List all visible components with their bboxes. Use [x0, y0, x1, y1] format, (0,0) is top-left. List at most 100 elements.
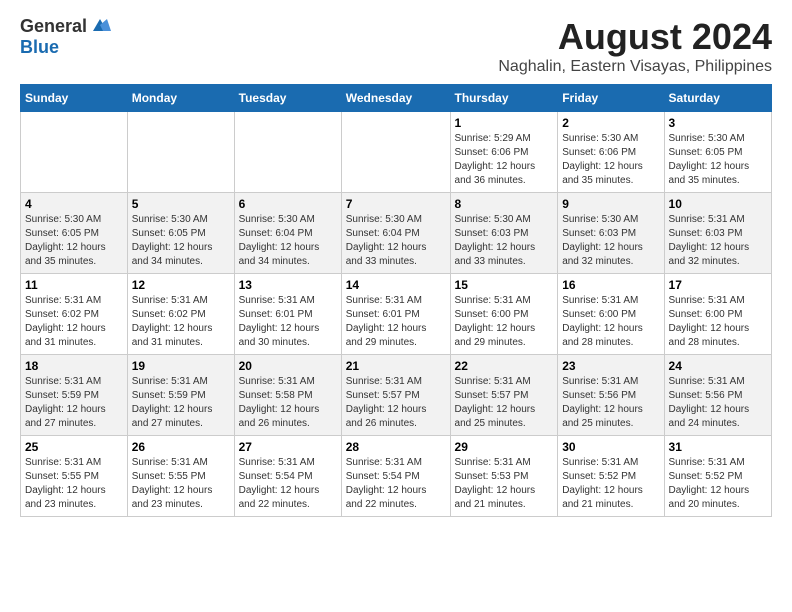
logo-general-text: General	[20, 16, 87, 37]
calendar-cell: 30Sunrise: 5:31 AM Sunset: 5:52 PM Dayli…	[558, 436, 664, 517]
calendar-cell: 14 Sunrise: 5:31 AM Sunset: 6:01 PM Dayli…	[341, 274, 450, 355]
day-number: 23	[562, 359, 659, 373]
day-info: Sunrise: 5:31 AM Sunset: 6:01 PM Dayligh…	[346, 294, 446, 350]
day-info: Sunrise: 5:31 AM Sunset: 5:57 PM Dayligh…	[455, 375, 554, 431]
calendar-cell: 6Sunrise: 5:30 AM Sunset: 6:04 PM Daylig…	[234, 193, 341, 274]
day-info: Sunrise: 5:31 AM Sunset: 5:53 PM Dayligh…	[455, 456, 554, 512]
calendar-cell: 25 Sunrise: 5:31 AM Sunset: 5:55 PM Dayli…	[21, 436, 128, 517]
day-info: Sunrise: 5:31 AM Sunset: 6:01 PM Dayligh…	[239, 294, 337, 350]
day-info: Sunrise: 5:31 AM Sunset: 5:56 PM Dayligh…	[669, 375, 767, 431]
logo-icon	[89, 17, 111, 35]
day-number: 10	[669, 197, 767, 211]
day-number: 26	[132, 440, 230, 454]
header-cell-thursday: Thursday	[450, 85, 558, 112]
header-cell-wednesday: Wednesday	[341, 85, 450, 112]
day-number: 8	[455, 197, 554, 211]
day-number: 29	[455, 440, 554, 454]
day-info: Sunrise: 5:30 AM Sunset: 6:03 PM Dayligh…	[455, 213, 554, 269]
day-info: Sunrise: 5:30 AM Sunset: 6:03 PM Dayligh…	[562, 213, 659, 269]
header-cell-saturday: Saturday	[664, 85, 771, 112]
calendar-cell	[234, 112, 341, 193]
calendar-cell: 29 Sunrise: 5:31 AM Sunset: 5:53 PM Dayli…	[450, 436, 558, 517]
day-info: Sunrise: 5:30 AM Sunset: 6:05 PM Dayligh…	[132, 213, 230, 269]
day-info: Sunrise: 5:31 AM Sunset: 5:52 PM Dayligh…	[562, 456, 659, 512]
calendar-cell: 3 Sunrise: 5:30 AM Sunset: 6:05 PM Daylig…	[664, 112, 771, 193]
title-area: August 2024 Naghalin, Eastern Visayas, P…	[498, 16, 772, 76]
logo: General Blue	[20, 16, 111, 58]
calendar-cell: 12 Sunrise: 5:31 AM Sunset: 6:02 PM Dayli…	[127, 274, 234, 355]
calendar-cell: 13 Sunrise: 5:31 AM Sunset: 6:01 PM Dayli…	[234, 274, 341, 355]
day-info: Sunrise: 5:31 AM Sunset: 5:59 PM Dayligh…	[132, 375, 230, 431]
calendar-cell	[127, 112, 234, 193]
calendar-cell: 16Sunrise: 5:31 AM Sunset: 6:00 PM Dayli…	[558, 274, 664, 355]
day-info: Sunrise: 5:30 AM Sunset: 6:04 PM Dayligh…	[346, 213, 446, 269]
day-info: Sunrise: 5:31 AM Sunset: 6:02 PM Dayligh…	[132, 294, 230, 350]
calendar-cell: 5 Sunrise: 5:30 AM Sunset: 6:05 PM Daylig…	[127, 193, 234, 274]
day-number: 2	[562, 116, 659, 130]
calendar-cell: 15 Sunrise: 5:31 AM Sunset: 6:00 PM Dayli…	[450, 274, 558, 355]
day-number: 1	[455, 116, 554, 130]
day-number: 14	[346, 278, 446, 292]
calendar-table: SundayMondayTuesdayWednesdayThursdayFrid…	[20, 84, 772, 517]
calendar-cell: 27 Sunrise: 5:31 AM Sunset: 5:54 PM Dayli…	[234, 436, 341, 517]
calendar-cell: 9 Sunrise: 5:30 AM Sunset: 6:03 PM Daylig…	[558, 193, 664, 274]
calendar-cell: 21 Sunrise: 5:31 AM Sunset: 5:57 PM Dayli…	[341, 355, 450, 436]
calendar-cell: 22Sunrise: 5:31 AM Sunset: 5:57 PM Dayli…	[450, 355, 558, 436]
calendar-cell: 17 Sunrise: 5:31 AM Sunset: 6:00 PM Dayli…	[664, 274, 771, 355]
week-row-3: 11 Sunrise: 5:31 AM Sunset: 6:02 PM Dayli…	[21, 274, 772, 355]
calendar-header-row: SundayMondayTuesdayWednesdayThursdayFrid…	[21, 85, 772, 112]
day-number: 21	[346, 359, 446, 373]
header-cell-tuesday: Tuesday	[234, 85, 341, 112]
day-number: 25	[25, 440, 123, 454]
calendar-cell: 8 Sunrise: 5:30 AM Sunset: 6:03 PM Daylig…	[450, 193, 558, 274]
calendar-cell: 26 Sunrise: 5:31 AM Sunset: 5:55 PM Dayli…	[127, 436, 234, 517]
day-number: 27	[239, 440, 337, 454]
calendar-cell	[341, 112, 450, 193]
day-info: Sunrise: 5:30 AM Sunset: 6:05 PM Dayligh…	[669, 132, 767, 188]
week-row-5: 25 Sunrise: 5:31 AM Sunset: 5:55 PM Dayli…	[21, 436, 772, 517]
day-number: 31	[669, 440, 767, 454]
header: General Blue August 2024 Naghalin, Easte…	[20, 16, 772, 76]
week-row-2: 4Sunrise: 5:30 AM Sunset: 6:05 PM Daylig…	[21, 193, 772, 274]
day-info: Sunrise: 5:29 AM Sunset: 6:06 PM Dayligh…	[455, 132, 554, 188]
calendar-cell: 31Sunrise: 5:31 AM Sunset: 5:52 PM Dayli…	[664, 436, 771, 517]
day-number: 16	[562, 278, 659, 292]
day-number: 18	[25, 359, 123, 373]
day-info: Sunrise: 5:31 AM Sunset: 6:00 PM Dayligh…	[669, 294, 767, 350]
day-number: 13	[239, 278, 337, 292]
week-row-4: 18 Sunrise: 5:31 AM Sunset: 5:59 PM Dayli…	[21, 355, 772, 436]
day-info: Sunrise: 5:30 AM Sunset: 6:05 PM Dayligh…	[25, 213, 123, 269]
day-number: 11	[25, 278, 123, 292]
calendar-cell: 23Sunrise: 5:31 AM Sunset: 5:56 PM Dayli…	[558, 355, 664, 436]
day-info: Sunrise: 5:31 AM Sunset: 6:02 PM Dayligh…	[25, 294, 123, 350]
calendar-title: August 2024	[498, 16, 772, 58]
calendar-cell: 2Sunrise: 5:30 AM Sunset: 6:06 PM Daylig…	[558, 112, 664, 193]
day-number: 17	[669, 278, 767, 292]
day-number: 12	[132, 278, 230, 292]
day-info: Sunrise: 5:31 AM Sunset: 5:57 PM Dayligh…	[346, 375, 446, 431]
day-number: 28	[346, 440, 446, 454]
day-number: 24	[669, 359, 767, 373]
day-number: 15	[455, 278, 554, 292]
day-number: 3	[669, 116, 767, 130]
calendar-cell: 18 Sunrise: 5:31 AM Sunset: 5:59 PM Dayli…	[21, 355, 128, 436]
calendar-cell: 28 Sunrise: 5:31 AM Sunset: 5:54 PM Dayli…	[341, 436, 450, 517]
day-info: Sunrise: 5:31 AM Sunset: 5:58 PM Dayligh…	[239, 375, 337, 431]
day-number: 19	[132, 359, 230, 373]
day-info: Sunrise: 5:31 AM Sunset: 5:59 PM Dayligh…	[25, 375, 123, 431]
day-number: 20	[239, 359, 337, 373]
calendar-cell: 4Sunrise: 5:30 AM Sunset: 6:05 PM Daylig…	[21, 193, 128, 274]
day-info: Sunrise: 5:31 AM Sunset: 5:55 PM Dayligh…	[25, 456, 123, 512]
day-number: 6	[239, 197, 337, 211]
calendar-cell: 10 Sunrise: 5:31 AM Sunset: 6:03 PM Dayli…	[664, 193, 771, 274]
day-info: Sunrise: 5:31 AM Sunset: 5:55 PM Dayligh…	[132, 456, 230, 512]
day-info: Sunrise: 5:31 AM Sunset: 6:00 PM Dayligh…	[455, 294, 554, 350]
day-info: Sunrise: 5:31 AM Sunset: 5:54 PM Dayligh…	[346, 456, 446, 512]
day-number: 5	[132, 197, 230, 211]
calendar-cell: 19 Sunrise: 5:31 AM Sunset: 5:59 PM Dayli…	[127, 355, 234, 436]
calendar-cell: 24 Sunrise: 5:31 AM Sunset: 5:56 PM Dayli…	[664, 355, 771, 436]
day-number: 9	[562, 197, 659, 211]
day-number: 7	[346, 197, 446, 211]
day-info: Sunrise: 5:31 AM Sunset: 5:54 PM Dayligh…	[239, 456, 337, 512]
day-info: Sunrise: 5:31 AM Sunset: 6:03 PM Dayligh…	[669, 213, 767, 269]
